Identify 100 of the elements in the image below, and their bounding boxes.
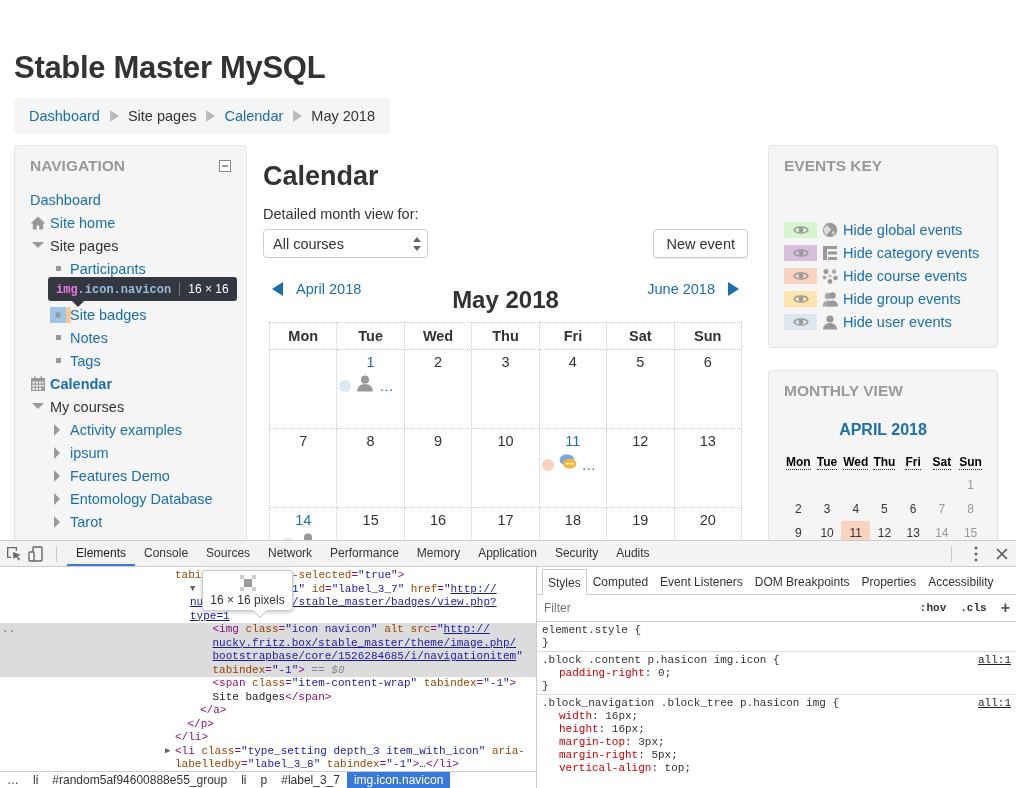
nav-link[interactable]: Dashboard [30,191,101,208]
day-number: 13 [905,525,921,540]
new-rule-button[interactable]: + [1000,599,1010,617]
day-number: 19 [631,512,650,528]
course-icon [822,267,838,284]
hide-events-link[interactable]: Hide category events [843,244,980,261]
styles-tab[interactable]: Styles [542,569,587,595]
previous-month-link[interactable]: April 2018 [271,276,453,302]
devtools-tab[interactable]: Console [135,541,198,566]
nav-link[interactable]: Tarot [70,513,103,530]
day-link[interactable]: 11 [541,433,605,449]
nav-link[interactable]: Features Demo [70,467,170,484]
nav-link[interactable]: Site badges [70,306,147,323]
nav-link[interactable]: Notes [70,329,108,346]
block-title: NAVIGATION [30,156,125,176]
styles-tab[interactable]: Event Listeners [654,569,749,594]
closing-brace: } [542,637,550,650]
class-toggle[interactable]: .cls [960,602,987,614]
day-number: 10 [496,433,515,449]
hide-events-link[interactable]: Hide global events [843,221,963,238]
weekday-header: Tue [336,322,405,350]
month-link[interactable]: APRIL 2018 [839,421,927,439]
day-number: 5 [635,354,646,370]
dom-breadcrumb[interactable]: … [0,772,26,788]
dom-breadcrumb[interactable]: #random5af94600888e55_group [45,772,235,788]
close-icon[interactable] [996,547,1008,560]
separator-icon [292,110,303,122]
weekday-abbr: Fri [905,455,921,470]
code-line: bootstrapbase/core/1526284685/i/navigationitem" [212,650,523,664]
hide-events-link[interactable]: Hide group events [843,290,961,307]
breadcrumb-link[interactable]: Calendar [224,108,284,124]
next-month-link[interactable]: June 2018 [647,276,740,302]
more-options-icon[interactable] [974,545,978,562]
devtools-tab[interactable]: Audits [607,541,659,566]
nav-link[interactable]: Tags [70,352,101,369]
day-number: 3 [812,497,842,521]
weekday-header: Mon [269,322,337,350]
nav-link[interactable]: Participants [70,260,146,277]
device-icon[interactable] [28,545,44,562]
css-selector: element.style { [542,624,642,637]
nav-link[interactable]: Activity examples [70,421,182,438]
devtools-tab[interactable]: Network [259,541,322,566]
day-number: 12 [631,433,650,449]
css-declaration: height: 16px; [558,723,646,736]
nav-link[interactable]: Calendar [50,375,113,392]
nav-link[interactable]: Site home [50,214,116,231]
devtools-tab[interactable]: Performance [321,541,408,566]
day-link[interactable]: 14 [272,512,335,528]
nav-label: My courses [50,398,125,415]
eye-icon [792,223,809,236]
eye-icon [792,246,809,259]
dom-breadcrumb[interactable]: li [26,772,46,788]
day-number: 8 [966,501,975,518]
code-line: type=1 [190,609,230,623]
breadcrumb-link[interactable]: Dashboard [29,108,100,124]
source-link[interactable]: all:1 [978,654,1011,667]
devtools-tab[interactable]: Application [469,541,546,566]
dom-breadcrumb[interactable]: li [234,772,254,788]
day-link[interactable]: 1 [339,354,402,370]
dom-breadcrumb[interactable]: img.icon.navicon [346,772,451,788]
dom-breadcrumb[interactable]: p [253,772,275,788]
course-select[interactable]: All courses [263,229,428,258]
styles-tab[interactable]: DOM Breakpoints [748,569,856,594]
styles-tab[interactable]: Properties [855,569,923,594]
image-thumbnail-icon [239,574,256,591]
day-number: 12 [870,521,899,540]
devtools-tab[interactable]: Memory [407,541,470,566]
css-declaration: margin-top: 3px; [558,736,666,749]
devtools-tab[interactable]: Sources [197,541,260,566]
devtools-tab[interactable]: Elements [67,541,136,566]
nav-link[interactable]: Entomology Database [70,490,213,507]
dom-breadcrumb[interactable]: #label_3_7 [274,772,347,788]
day-number: 7 [298,433,309,449]
styles-tab[interactable]: Accessibility [922,569,1000,594]
devtools-tab[interactable]: Security [545,541,608,566]
day-number: 9 [794,525,803,540]
tree-toggle[interactable]: ▼ [190,582,196,596]
code-line: 1" id="label_3_7" href="http:// [292,582,497,596]
filter-field[interactable]: Filter [542,600,906,616]
tree-toggle[interactable]: ▶ [165,744,171,758]
hide-events-link[interactable]: Hide user events [843,313,952,330]
code-line: <li class="type_setting depth_3 item_with_icon" aria- [175,744,525,758]
code-line: </p> [187,717,214,731]
home-icon [30,214,46,231]
hover-state-toggle[interactable]: :hov [919,602,947,614]
more-events-link[interactable]: … [379,380,394,392]
day-number: 16 [429,512,448,528]
gutter-dots: .. [2,623,16,637]
collapse-icon[interactable] [219,160,231,172]
inspect-icon[interactable] [6,545,22,562]
calendar-icon [30,375,46,392]
site-title: Stable Master MySQL [14,50,326,86]
nav-link[interactable]: ipsum [70,444,109,461]
more-events-link[interactable]: … [581,459,597,471]
new-event-button[interactable]: New event [653,229,748,258]
hide-events-link[interactable]: Hide course events [843,267,968,284]
day-number: 15 [361,512,380,528]
css-declaration: margin-right: 5px; [558,749,679,762]
styles-tab[interactable]: Computed [586,569,655,594]
source-link[interactable]: all:1 [978,697,1011,710]
